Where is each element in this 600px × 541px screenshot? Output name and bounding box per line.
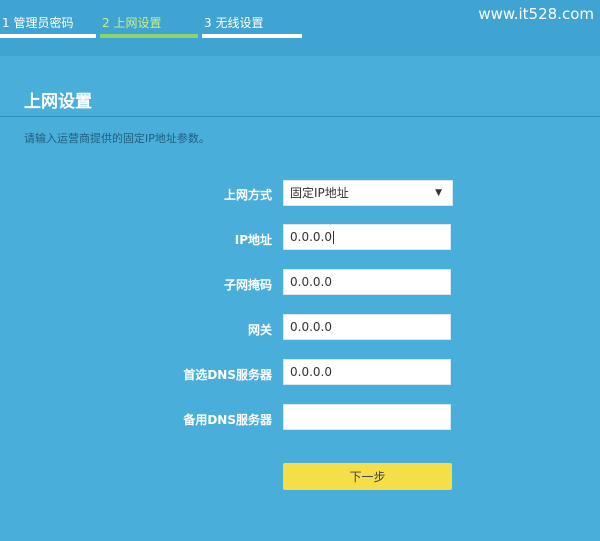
connection-type-value: 固定IP地址 (290, 186, 349, 200)
primary-dns-label: 首选DNS服务器 (183, 368, 272, 382)
ip-address-value: 0.0.0.0 (290, 230, 332, 244)
instruction-text: 请输入运营商提供的固定IP地址参数。 (24, 132, 210, 145)
step-admin-password-line (0, 34, 96, 38)
step-internet-settings: 2 上网设置 (102, 16, 162, 30)
step-internet-settings-line (100, 34, 198, 38)
gateway-field[interactable] (283, 314, 451, 340)
ip-address-field[interactable]: 0.0.0.0 (283, 224, 451, 250)
primary-dns-field[interactable] (283, 359, 451, 385)
connection-type-select[interactable]: 固定IP地址 ▼ (283, 180, 453, 206)
step-wireless-settings: 3 无线设置 (204, 16, 264, 30)
connection-type-label: 上网方式 (223, 188, 272, 202)
subnet-mask-field[interactable] (283, 269, 451, 295)
title-divider (0, 116, 600, 117)
text-cursor (332, 231, 334, 244)
secondary-dns-label: 备用DNS服务器 (183, 413, 272, 427)
step-admin-password: 1 管理员密码 (2, 16, 74, 30)
wizard-header: 1 管理员密码 2 上网设置 3 无线设置 www.it528.com (0, 0, 600, 56)
page-title: 上网设置 (24, 92, 92, 112)
next-button[interactable]: 下一步 (283, 463, 452, 490)
ip-address-label: IP地址 (234, 233, 272, 247)
dropdown-arrow-icon: ▼ (435, 188, 442, 198)
subnet-mask-label: 子网掩码 (223, 278, 272, 292)
watermark: www.it528.com (478, 5, 594, 23)
step-wireless-settings-line (202, 34, 302, 38)
secondary-dns-field[interactable] (283, 404, 451, 430)
gateway-label: 网关 (247, 323, 272, 337)
